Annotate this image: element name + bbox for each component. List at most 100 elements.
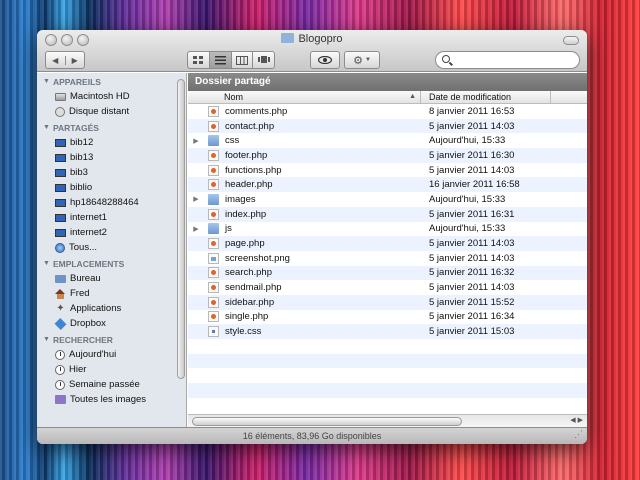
empty-row — [188, 339, 587, 354]
file-date: 5 janvier 2011 15:52 — [429, 296, 515, 308]
file-name: single.php — [225, 311, 269, 323]
file-row[interactable]: comments.php 8 janvier 2011 16:53 — [188, 104, 587, 119]
sidebar-item-macintosh-hd[interactable]: Macintosh HD — [37, 89, 186, 104]
computer-icon — [55, 198, 66, 207]
file-row[interactable]: screenshot.png 5 janvier 2011 14:03 — [188, 250, 587, 266]
eye-icon — [318, 56, 332, 64]
sidebar-item-internet1[interactable]: internet1 — [37, 210, 186, 225]
file-date: 8 janvier 2011 16:53 — [429, 105, 515, 117]
sidebar-item-label: hp18648288464 — [70, 197, 139, 208]
sidebar-item-label: bib3 — [70, 167, 88, 178]
sidebar-item-desktop[interactable]: Bureau — [37, 271, 186, 286]
sidebar-item-biblio[interactable]: biblio — [37, 180, 186, 195]
list-view-button[interactable] — [208, 52, 231, 68]
sidebar-item-bib12[interactable]: bib12 — [37, 135, 186, 150]
css-file-icon — [208, 326, 219, 338]
file-row[interactable]: single.php 5 janvier 2011 16:34 — [188, 309, 587, 325]
forward-button[interactable]: ▶ — [64, 55, 85, 65]
file-row[interactable]: contact.php 5 janvier 2011 14:03 — [188, 118, 587, 134]
file-name: css — [225, 135, 240, 147]
sidebar-section-shared[interactable]: ▼ PARTAGÉS — [37, 121, 186, 135]
file-row[interactable]: functions.php 5 janvier 2011 14:03 — [188, 162, 587, 178]
sidebar-item-label: Applications — [70, 303, 122, 314]
search-field[interactable] — [435, 51, 580, 69]
sidebar-section-places[interactable]: ▼ EMPLACEMENTS — [37, 257, 186, 271]
icon-view-button[interactable] — [188, 52, 209, 68]
file-row[interactable]: header.php 16 janvier 2011 16:58 — [188, 177, 587, 193]
file-name: page.php — [225, 238, 265, 250]
file-row[interactable]: footer.php 5 janvier 2011 16:30 — [188, 148, 587, 163]
sidebar-item-all-images[interactable]: Toutes les images — [37, 392, 186, 407]
sidebar-item-all[interactable]: Tous... — [37, 240, 186, 255]
file-row[interactable]: sidebar.php 5 janvier 2011 15:52 — [188, 294, 587, 310]
file-date: 5 janvier 2011 14:03 — [429, 252, 515, 264]
disclosure-triangle-icon[interactable]: ▶ — [188, 137, 204, 145]
quicklook-button[interactable] — [310, 51, 340, 69]
column-header-date[interactable]: Date de modification — [421, 91, 551, 103]
section-title: APPAREILS — [52, 77, 101, 87]
sidebar-item-label: internet2 — [70, 227, 107, 238]
scroll-arrows[interactable]: ◀ ▶ — [570, 416, 583, 424]
column-header-name[interactable]: Nom ▲ — [188, 91, 421, 103]
folder-row[interactable]: ▶ js Aujourd'hui, 15:33 — [188, 221, 587, 237]
empty-row — [188, 383, 587, 398]
sidebar-item-home[interactable]: Fred — [37, 286, 186, 301]
sidebar-item-remote-disk[interactable]: Disque distant — [37, 104, 186, 119]
file-date: 5 janvier 2011 14:03 — [429, 120, 515, 132]
sidebar-item-dropbox[interactable]: Dropbox — [37, 316, 186, 331]
php-file-icon — [208, 164, 219, 176]
folder-row[interactable]: ▶ images Aujourd'hui, 15:33 — [188, 192, 587, 207]
scroll-left-icon[interactable]: ◀ — [570, 417, 575, 424]
disclosure-triangle-icon: ▼ — [43, 260, 50, 267]
file-row[interactable]: style.css 5 janvier 2011 15:03 — [188, 324, 587, 339]
disclosure-triangle-icon: ▼ — [43, 78, 50, 85]
folder-row[interactable]: ▶ css Aujourd'hui, 15:33 — [188, 133, 587, 149]
sidebar-item-label: Fred — [70, 288, 90, 299]
list-view-icon — [214, 55, 226, 64]
sidebar-item-internet2[interactable]: internet2 — [37, 225, 186, 240]
sidebar-item-label: Hier — [69, 364, 87, 375]
sidebar-item-label: Bureau — [70, 273, 101, 284]
column-header-row: Nom ▲ Date de modification — [188, 91, 587, 104]
sort-ascending-icon: ▲ — [409, 93, 416, 100]
coverflow-view-button[interactable] — [252, 52, 274, 68]
resize-grip-icon[interactable]: ⋰ — [574, 426, 583, 442]
file-date: 5 janvier 2011 14:03 — [429, 238, 515, 250]
scrollbar-thumb[interactable] — [192, 417, 462, 426]
action-menu-button[interactable]: ⚙ ▼ — [344, 51, 380, 69]
sidebar-item-hp18648288464[interactable]: hp18648288464 — [37, 195, 186, 210]
section-title: EMPLACEMENTS — [52, 259, 125, 269]
sidebar-item-label: bib12 — [70, 137, 94, 148]
sidebar-item-last-week[interactable]: Semaine passée — [37, 377, 186, 392]
column-header-name-label: Nom — [224, 92, 244, 102]
sidebar-section-devices[interactable]: ▼ APPAREILS — [37, 75, 186, 89]
back-button[interactable]: ◀ — [46, 56, 65, 65]
sidebar-scrollbar[interactable] — [177, 79, 185, 379]
search-input[interactable] — [454, 53, 574, 67]
php-file-icon — [208, 238, 219, 250]
disclosure-triangle-icon[interactable]: ▶ — [188, 225, 204, 233]
file-name: images — [225, 193, 256, 205]
status-bar: 16 éléments, 83,96 Go disponibles ⋰ — [37, 427, 587, 444]
sidebar-item-bib13[interactable]: bib13 — [37, 150, 186, 165]
sidebar-item-yesterday[interactable]: Hier — [37, 362, 186, 377]
disclosure-triangle-icon[interactable]: ▶ — [188, 195, 204, 203]
sidebar-section-search[interactable]: ▼ RECHERCHER — [37, 333, 186, 347]
horizontal-scrollbar[interactable]: ◀ ▶ — [188, 414, 587, 427]
file-row[interactable]: page.php 5 janvier 2011 14:03 — [188, 236, 587, 251]
sidebar-item-bib3[interactable]: bib3 — [37, 165, 186, 180]
computer-icon — [55, 168, 66, 177]
file-row[interactable]: index.php 5 janvier 2011 16:31 — [188, 206, 587, 222]
scroll-right-icon[interactable]: ▶ — [578, 417, 583, 424]
file-row[interactable]: search.php 5 janvier 2011 16:32 — [188, 265, 587, 281]
file-row[interactable]: sendmail.php 5 janvier 2011 14:03 — [188, 280, 587, 295]
sidebar-item-applications[interactable]: ✦ Applications — [37, 301, 186, 316]
column-view-button[interactable] — [230, 52, 253, 68]
php-file-icon — [208, 296, 219, 308]
sidebar-item-label: bib13 — [70, 152, 94, 163]
toolbar-toggle-button[interactable] — [563, 36, 579, 45]
sidebar: ▼ APPAREILS Macintosh HD Disque distant ▼… — [37, 73, 187, 427]
clock-icon — [55, 349, 65, 360]
folder-header: Dossier partagé — [188, 73, 587, 91]
sidebar-item-today[interactable]: Aujourd'hui — [37, 347, 186, 362]
